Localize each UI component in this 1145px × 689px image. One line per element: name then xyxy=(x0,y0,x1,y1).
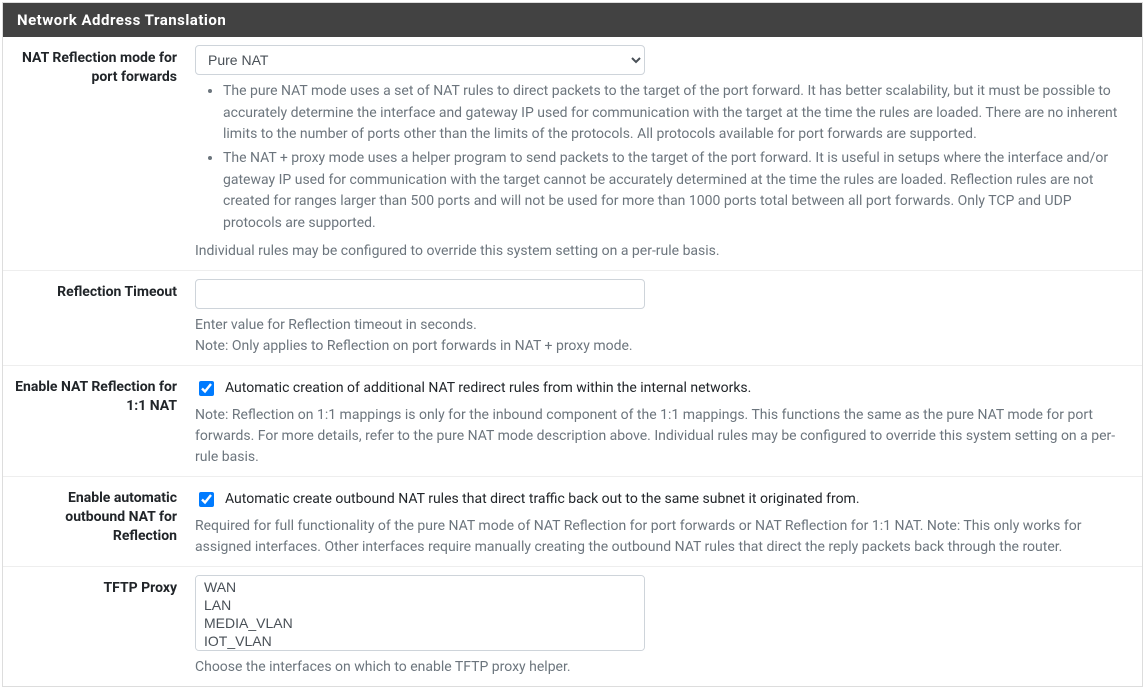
row-tftp-proxy: TFTP Proxy WAN LAN MEDIA_VLAN IOT_VLAN C… xyxy=(3,567,1142,686)
row-nat-reflection-mode: NAT Reflection mode for port forwards Pu… xyxy=(3,37,1142,271)
nat-reflection-help-list: The pure NAT mode uses a set of NAT rule… xyxy=(195,81,1122,235)
reflection-timeout-help2: Note: Only applies to Reflection on port… xyxy=(195,336,1122,357)
nat-reflection-help-footer: Individual rules may be configured to ov… xyxy=(195,241,1122,262)
panel-title: Network Address Translation xyxy=(3,3,1142,37)
label-nat-reflection-mode: NAT Reflection mode for port forwards xyxy=(13,45,195,262)
auto-outbound-nat-checkbox-label: Automatic create outbound NAT rules that… xyxy=(225,491,860,507)
label-auto-outbound-nat: Enable automatic outbound NAT for Reflec… xyxy=(13,485,195,558)
row-reflection-timeout: Reflection Timeout Enter value for Refle… xyxy=(3,271,1142,366)
control-enable-11-nat: Automatic creation of additional NAT red… xyxy=(195,374,1132,468)
tftp-proxy-help: Choose the interfaces on which to enable… xyxy=(195,657,1122,678)
tftp-option[interactable]: IOT_VLAN xyxy=(200,632,640,650)
auto-outbound-nat-help: Required for full functionality of the p… xyxy=(195,516,1122,558)
label-enable-11-nat: Enable NAT Reflection for 1:1 NAT xyxy=(13,374,195,468)
auto-outbound-nat-checkbox[interactable] xyxy=(199,492,214,507)
label-reflection-timeout: Reflection Timeout xyxy=(13,279,195,357)
checkbox-line-11-nat: Automatic creation of additional NAT red… xyxy=(195,374,1122,399)
nat-panel: Network Address Translation NAT Reflecti… xyxy=(2,2,1143,687)
reflection-timeout-help1: Enter value for Reflection timeout in se… xyxy=(195,315,1122,336)
help-bullet: The NAT + proxy mode uses a helper progr… xyxy=(223,148,1122,235)
nat-reflection-mode-select[interactable]: Pure NAT xyxy=(195,45,645,75)
tftp-option[interactable]: WAN xyxy=(200,578,640,596)
tftp-proxy-select[interactable]: WAN LAN MEDIA_VLAN IOT_VLAN xyxy=(195,575,645,651)
enable-11-nat-checkbox-label: Automatic creation of additional NAT red… xyxy=(225,380,751,396)
row-auto-outbound-nat: Enable automatic outbound NAT for Reflec… xyxy=(3,477,1142,567)
tftp-option[interactable]: LAN xyxy=(200,596,640,614)
reflection-timeout-input[interactable] xyxy=(195,279,645,309)
control-auto-outbound-nat: Automatic create outbound NAT rules that… xyxy=(195,485,1132,558)
enable-11-nat-checkbox[interactable] xyxy=(199,381,214,396)
tftp-option[interactable]: MEDIA_VLAN xyxy=(200,614,640,632)
control-tftp-proxy: WAN LAN MEDIA_VLAN IOT_VLAN Choose the i… xyxy=(195,575,1132,678)
help-bullet: The pure NAT mode uses a set of NAT rule… xyxy=(223,81,1122,146)
label-tftp-proxy: TFTP Proxy xyxy=(13,575,195,678)
checkbox-line-auto-outbound: Automatic create outbound NAT rules that… xyxy=(195,485,1122,510)
control-reflection-timeout: Enter value for Reflection timeout in se… xyxy=(195,279,1132,357)
control-nat-reflection-mode: Pure NAT The pure NAT mode uses a set of… xyxy=(195,45,1132,262)
row-enable-11-nat: Enable NAT Reflection for 1:1 NAT Automa… xyxy=(3,366,1142,477)
enable-11-nat-help: Note: Reflection on 1:1 mappings is only… xyxy=(195,405,1122,468)
